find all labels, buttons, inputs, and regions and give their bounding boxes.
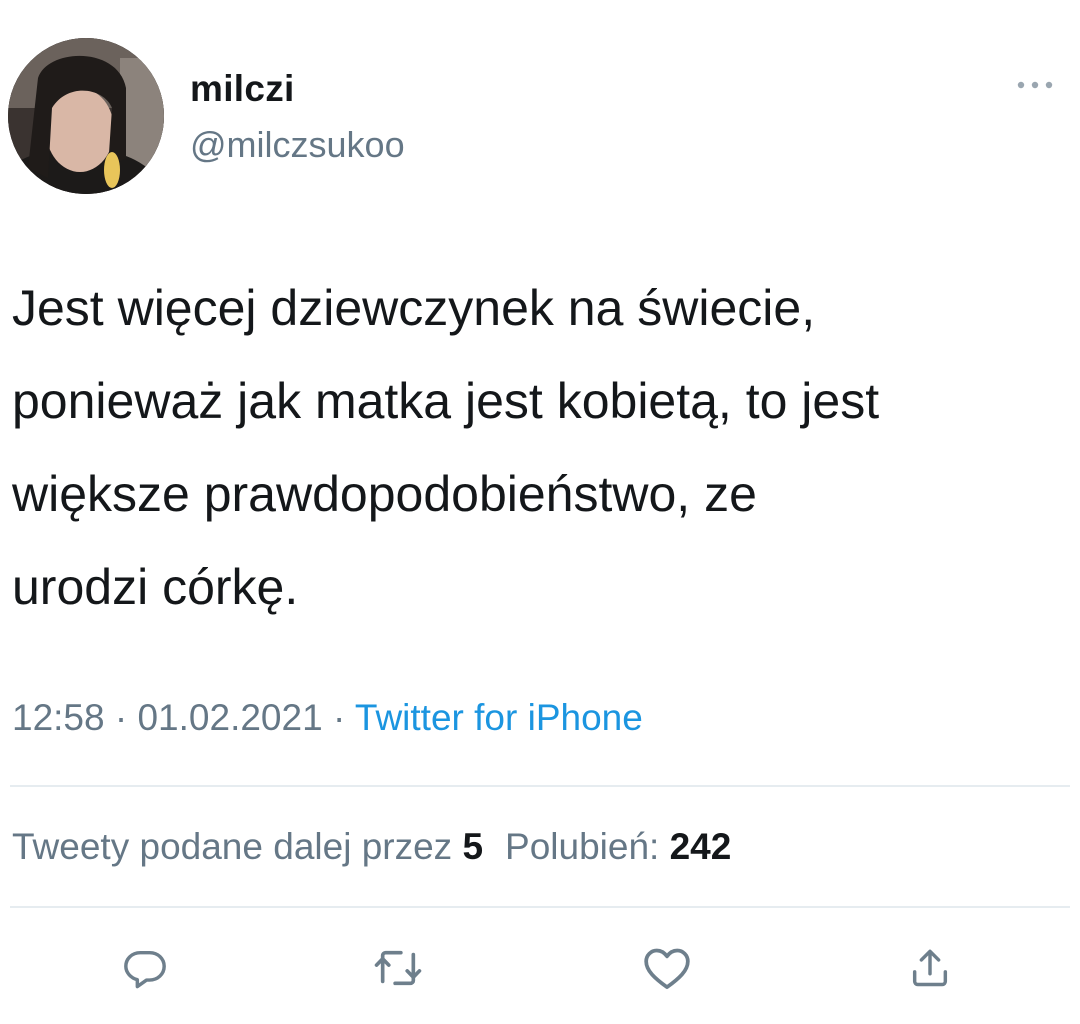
reply-button[interactable] bbox=[115, 938, 175, 998]
tweet-text-line: ponieważ jak matka jest kobietą, to jest bbox=[12, 373, 880, 429]
likes-stat[interactable]: Polubień: 242 bbox=[505, 826, 731, 867]
tweet-text-line: Jest więcej dziewczynek na świecie, bbox=[12, 280, 816, 336]
retweets-stat[interactable]: Tweety podane dalej przez 5 bbox=[12, 826, 483, 867]
tweet-text: Jest więcej dziewczynek na świecie, poni… bbox=[12, 262, 1072, 634]
retweet-icon bbox=[374, 950, 422, 986]
meta-separator: · bbox=[114, 697, 128, 738]
heart-icon bbox=[644, 948, 690, 990]
divider bbox=[10, 906, 1070, 908]
likes-label: Polubień: bbox=[505, 826, 660, 867]
reply-icon bbox=[124, 950, 166, 989]
avatar-image bbox=[8, 38, 164, 194]
tweet-text-line: urodzi córkę. bbox=[12, 559, 299, 615]
tweet-text-line: większe prawdopodobieństwo, ze bbox=[12, 466, 757, 522]
tweet-stats: Tweety podane dalej przez 5 Polubień: 242 bbox=[12, 826, 731, 868]
tweet-time[interactable]: 12:58 bbox=[12, 697, 105, 738]
like-button[interactable] bbox=[637, 938, 697, 998]
more-button[interactable] bbox=[1012, 70, 1058, 100]
more-icon bbox=[1017, 81, 1053, 89]
retweet-button[interactable] bbox=[368, 938, 428, 998]
meta-separator: · bbox=[332, 697, 346, 738]
avatar[interactable] bbox=[8, 38, 164, 194]
divider bbox=[10, 785, 1070, 787]
share-icon bbox=[912, 949, 948, 987]
user-handle[interactable]: @milczsukoo bbox=[190, 124, 405, 166]
tweet-date[interactable]: 01.02.2021 bbox=[137, 697, 322, 738]
share-button[interactable] bbox=[900, 938, 960, 998]
retweets-count: 5 bbox=[462, 826, 484, 867]
retweets-label: Tweety podane dalej przez bbox=[12, 826, 453, 867]
tweet-meta: 12:58 · 01.02.2021 · Twitter for iPhone bbox=[12, 697, 643, 739]
likes-count: 242 bbox=[669, 826, 732, 867]
display-name[interactable]: milczi bbox=[190, 68, 295, 110]
tweet-source-link[interactable]: Twitter for iPhone bbox=[355, 697, 643, 738]
